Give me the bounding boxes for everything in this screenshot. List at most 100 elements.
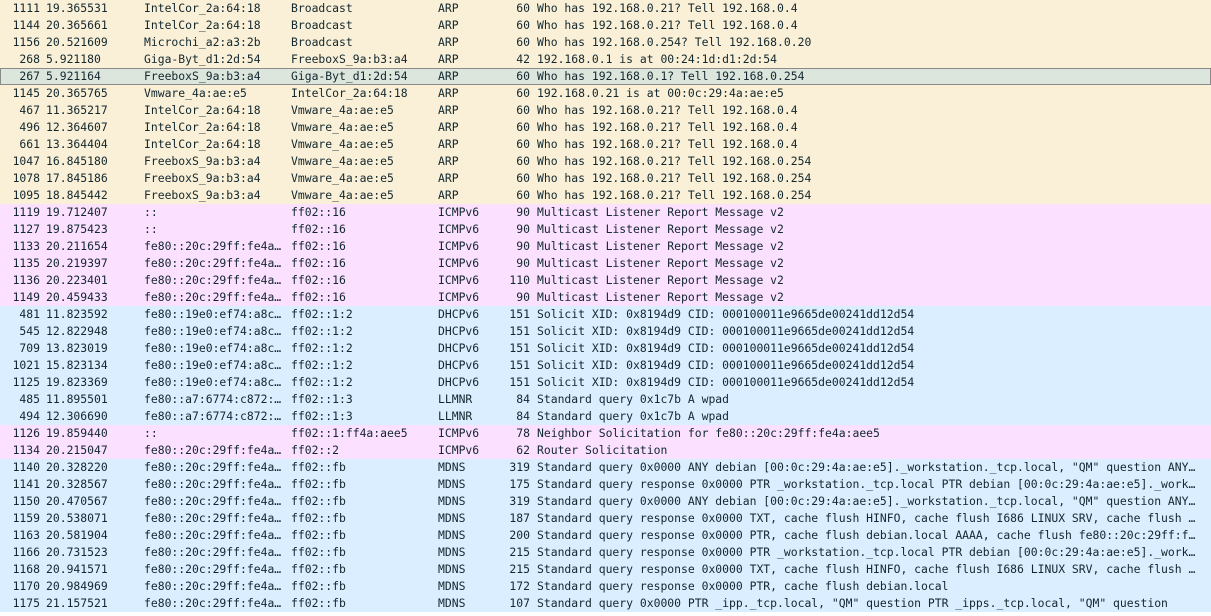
- packet-source: fe80::20c:29ff:fe4a…: [144, 545, 282, 559]
- packet-row[interactable]: 268 5.921180 Giga-Byt_d1:2d:54 FreeboxS_9a:…: [0, 51, 1211, 68]
- packet-row[interactable]: 1166 20.731523 fe80::20c:29ff:fe4a… ff02::f…: [0, 544, 1211, 561]
- packet-row[interactable]: 1168 20.941571 fe80::20c:29ff:fe4a… ff02::f…: [0, 561, 1211, 578]
- packet-info: Standard query 0x0000 ANY debian [00:0c:…: [537, 460, 1196, 474]
- packet-length: 60: [516, 1, 530, 15]
- packet-destination: ff02::1:2: [291, 307, 353, 321]
- packet-length: 175: [509, 477, 530, 491]
- packet-destination: ff02::1:3: [291, 392, 353, 406]
- packet-row[interactable]: 494 12.306690 fe80::a7:6774:c872:… ff02::1:…: [0, 408, 1211, 425]
- packet-row[interactable]: 1111 19.365531 IntelCor_2a:64:18 Broadcast A…: [0, 0, 1211, 17]
- packet-row[interactable]: 1119 19.712407:: ff02::16 ICMPv6 90 Multicast…: [0, 204, 1211, 221]
- packet-info: Standard query response 0x0000 PTR _work…: [537, 477, 1196, 491]
- packet-protocol: ARP: [438, 137, 459, 151]
- packet-row[interactable]: 1156 20.521609 Microchi_a2:a3:2b Broadcast A…: [0, 34, 1211, 51]
- packet-protocol: ARP: [438, 69, 459, 83]
- packet-row[interactable]: 1140 20.328220 fe80::20c:29ff:fe4a… ff02::f…: [0, 459, 1211, 476]
- packet-protocol: MDNS: [438, 545, 466, 559]
- packet-row[interactable]: 1135 20.219397 fe80::20c:29ff:fe4a… ff02::1…: [0, 255, 1211, 272]
- packet-destination: ff02::fb: [291, 494, 346, 508]
- packet-row[interactable]: 1047 16.845180 FreeboxS_9a:b3:a4 Vmware_4a:…: [0, 153, 1211, 170]
- packet-source: fe80::19e0:ef74:a8c…: [144, 358, 282, 372]
- packet-number: 1127: [12, 222, 40, 236]
- packet-length: 60: [516, 69, 530, 83]
- packet-row[interactable]: 1175 21.157521 fe80::20c:29ff:fe4a… ff02::f…: [0, 595, 1211, 612]
- packet-row[interactable]: 661 13.364404 IntelCor_2a:64:18 Vmware_4a:a…: [0, 136, 1211, 153]
- packet-source: Vmware_4a:ae:e5: [144, 86, 247, 100]
- packet-destination: Broadcast: [291, 1, 353, 15]
- packet-time: 19.712407: [46, 205, 108, 219]
- packet-destination: ff02::16: [291, 205, 346, 219]
- packet-length: 90: [516, 256, 530, 270]
- packet-row[interactable]: 709 13.823019 fe80::19e0:ef74:a8c… ff02::1:…: [0, 340, 1211, 357]
- packet-number: 268: [19, 52, 40, 66]
- packet-length: 151: [509, 341, 530, 355]
- packet-protocol: ICMPv6: [438, 205, 480, 219]
- packet-row[interactable]: 481 11.823592 fe80::19e0:ef74:a8c… ff02::1:…: [0, 306, 1211, 323]
- packet-destination: Vmware_4a:ae:e5: [291, 188, 394, 202]
- packet-row[interactable]: 1144 20.365661 IntelCor_2a:64:18 Broadcast A…: [0, 17, 1211, 34]
- packet-number: 1170: [12, 579, 40, 593]
- packet-number: 481: [19, 307, 40, 321]
- packet-row[interactable]: 1159 20.538071 fe80::20c:29ff:fe4a… ff02::f…: [0, 510, 1211, 527]
- packet-row[interactable]: 496 12.364607 IntelCor_2a:64:18 Vmware_4a:a…: [0, 119, 1211, 136]
- packet-row[interactable]: 1170 20.984969 fe80::20c:29ff:fe4a… ff02::f…: [0, 578, 1211, 595]
- packet-row[interactable]: 1150 20.470567 fe80::20c:29ff:fe4a… ff02::f…: [0, 493, 1211, 510]
- packet-row[interactable]: 1095 18.845442 FreeboxS_9a:b3:a4 Vmware_4a:…: [0, 187, 1211, 204]
- packet-length: 200: [509, 528, 530, 542]
- packet-row[interactable]: 1163 20.581904 fe80::20c:29ff:fe4a… ff02::f…: [0, 527, 1211, 544]
- packet-protocol: MDNS: [438, 562, 466, 576]
- packet-row[interactable]: 1127 19.875423:: ff02::16 ICMPv6 90 Multicast…: [0, 221, 1211, 238]
- packet-info: Who has 192.168.0.21? Tell 192.168.0.254: [537, 171, 812, 185]
- packet-protocol: ARP: [438, 86, 459, 100]
- packet-row[interactable]: 467 11.365217 IntelCor_2a:64:18 Vmware_4a:a…: [0, 102, 1211, 119]
- packet-length: 84: [516, 392, 530, 406]
- packet-row[interactable]: 1134 20.215047 fe80::20c:29ff:fe4a… ff02::2…: [0, 442, 1211, 459]
- packet-row[interactable]: 545 12.822948 fe80::19e0:ef74:a8c… ff02::1:…: [0, 323, 1211, 340]
- packet-length: 90: [516, 205, 530, 219]
- packet-row[interactable]: 1149 20.459433 fe80::20c:29ff:fe4a… ff02::1…: [0, 289, 1211, 306]
- packet-protocol: ICMPv6: [438, 256, 480, 270]
- packet-row[interactable]: 1126 19.859440:: ff02::1:ff4a:aee5 ICMPv6 78…: [0, 425, 1211, 442]
- packet-info: Standard query response 0x0000 TXT, cach…: [537, 562, 1196, 576]
- packet-destination: ff02::1:2: [291, 358, 353, 372]
- packet-row-selected[interactable]: 267 5.921164 FreeboxS_9a:b3:a4 Giga-Byt_d1:…: [0, 68, 1211, 85]
- packet-destination: ff02::16: [291, 290, 346, 304]
- packet-row[interactable]: 1145 20.365765 Vmware_4a:ae:e5 IntelCor_2a:…: [0, 85, 1211, 102]
- packet-row[interactable]: 1021 15.823134 fe80::19e0:ef74:a8c… ff02::1…: [0, 357, 1211, 374]
- packet-length: 60: [516, 35, 530, 49]
- packet-time: 5.921180: [46, 52, 101, 66]
- packet-protocol: MDNS: [438, 579, 466, 593]
- packet-row[interactable]: 1125 19.823369 fe80::19e0:ef74:a8c… ff02::1…: [0, 374, 1211, 391]
- packet-length: 84: [516, 409, 530, 423]
- packet-time: 13.823019: [46, 341, 108, 355]
- packet-protocol: LLMNR: [438, 392, 473, 406]
- packet-row[interactable]: 1133 20.211654 fe80::20c:29ff:fe4a… ff02::1…: [0, 238, 1211, 255]
- packet-number: 494: [19, 409, 40, 423]
- packet-source: IntelCor_2a:64:18: [144, 137, 261, 151]
- packet-list[interactable]: 1111 19.365531 IntelCor_2a:64:18 Broadcast A…: [0, 0, 1211, 616]
- packet-time: 20.223401: [46, 273, 108, 287]
- packet-protocol: MDNS: [438, 596, 466, 610]
- packet-length: 60: [516, 18, 530, 32]
- packet-number: 1078: [12, 171, 40, 185]
- packet-source: fe80::20c:29ff:fe4a…: [144, 239, 282, 253]
- packet-length: 60: [516, 154, 530, 168]
- packet-length: 172: [509, 579, 530, 593]
- packet-length: 151: [509, 358, 530, 372]
- packet-protocol: ICMPv6: [438, 426, 480, 440]
- packet-number: 1111: [12, 1, 40, 15]
- packet-time: 12.306690: [46, 409, 108, 423]
- packet-number: 1135: [12, 256, 40, 270]
- packet-destination: Broadcast: [291, 18, 353, 32]
- packet-row[interactable]: 1141 20.328567 fe80::20c:29ff:fe4a… ff02::f…: [0, 476, 1211, 493]
- packet-row[interactable]: 1078 17.845186 FreeboxS_9a:b3:a4 Vmware_4a:…: [0, 170, 1211, 187]
- packet-row[interactable]: 485 11.895501 fe80::a7:6774:c872:… ff02::1:…: [0, 391, 1211, 408]
- packet-number: 1125: [12, 375, 40, 389]
- packet-time: 20.328567: [46, 477, 108, 491]
- packet-length: 78: [516, 426, 530, 440]
- packet-source: fe80::20c:29ff:fe4a…: [144, 528, 282, 542]
- packet-source: FreeboxS_9a:b3:a4: [144, 188, 261, 202]
- packet-row[interactable]: 1136 20.223401 fe80::20c:29ff:fe4a… ff02::1…: [0, 272, 1211, 289]
- packet-number: 1145: [12, 86, 40, 100]
- packet-number: 1133: [12, 239, 40, 253]
